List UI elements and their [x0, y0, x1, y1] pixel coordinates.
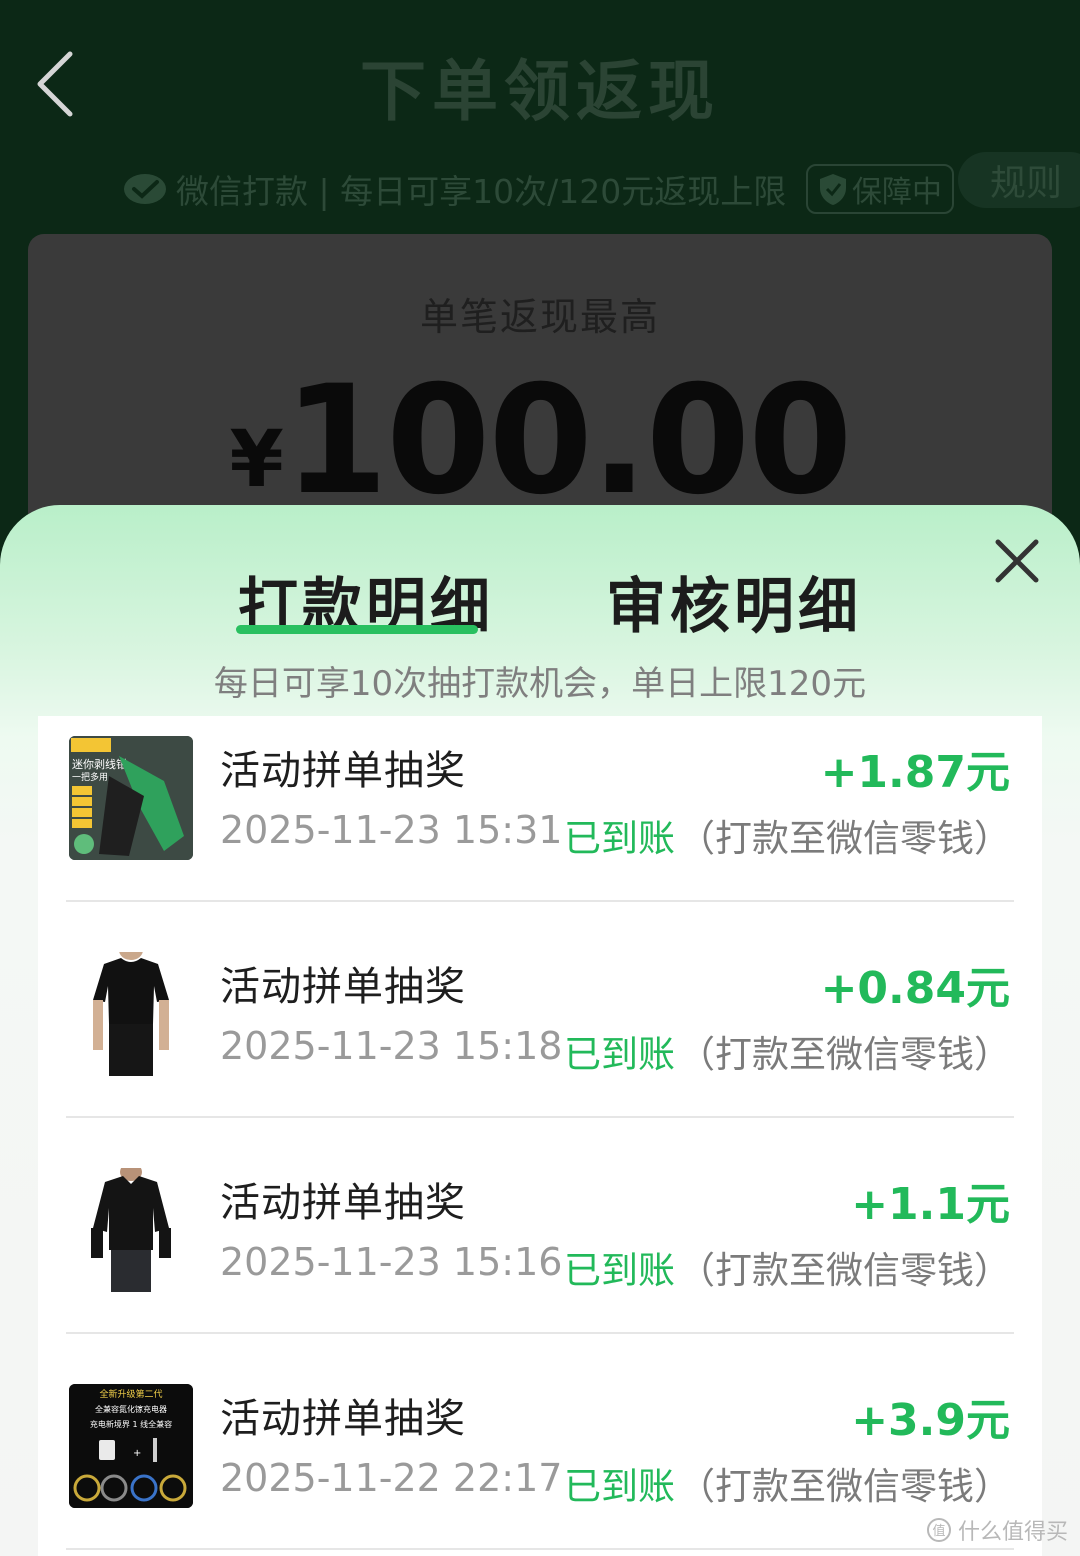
payout-list: 迷你剥线钳 一把多用 活动拼单抽奖 2025-11-23 15:31 +1.87…	[38, 716, 1042, 1556]
row-divider	[66, 1116, 1014, 1118]
item-status-note: （打款至微信零钱）	[678, 1465, 1011, 1508]
payout-info-line: 微信打款 | 每日可享10次/120元返现上限	[122, 164, 786, 214]
guarantee-badge[interactable]: 保障中	[806, 164, 954, 214]
item-time: 2025-11-23 15:18	[220, 1024, 563, 1068]
item-title: 活动拼单抽奖	[220, 964, 466, 1010]
item-status: 已到账	[564, 1249, 675, 1292]
item-status-note: （打款至微信零钱）	[678, 1249, 1011, 1292]
thumb-text-line: 一把多用	[72, 771, 108, 783]
svg-text:+: +	[133, 1448, 141, 1459]
black-tshirt-product-image	[69, 952, 193, 1076]
item-time: 2025-11-22 22:17	[220, 1456, 563, 1500]
active-tab-indicator	[236, 625, 478, 634]
wire-stripper-product-image: 迷你剥线钳 一把多用	[69, 736, 193, 860]
thumb-text-line: 全兼容氮化镓充电器	[95, 1404, 167, 1414]
row-divider	[66, 900, 1014, 902]
list-item[interactable]: 全新升级第二代 全兼容氮化镓充电器 充电新境界 1 线全兼容 + 活动拼单抽奖 …	[38, 1364, 1042, 1556]
shield-check-icon	[820, 174, 846, 205]
item-status-note: （打款至微信零钱）	[678, 817, 1011, 860]
tab-review-details[interactable]: 审核明细	[606, 558, 862, 645]
watermark-logo-icon: 值	[926, 1518, 951, 1542]
currency-symbol: ¥	[229, 415, 284, 505]
item-amount: +1.1元	[851, 1179, 1010, 1230]
item-title: 活动拼单抽奖	[220, 748, 466, 794]
item-title: 活动拼单抽奖	[220, 1396, 466, 1442]
max-cashback-label: 单笔返现最高	[419, 295, 660, 339]
item-amount: +0.84元	[820, 963, 1010, 1014]
page-title: 下单领返现	[360, 53, 720, 130]
list-item[interactable]: 活动拼单抽奖 2025-11-23 15:18 +0.84元 已到账 （打款至微…	[38, 932, 1042, 1148]
site-watermark: 值 什么值得买	[926, 1514, 1068, 1546]
payout-info-text: 微信打款 | 每日可享10次/120元返现上限	[176, 172, 787, 211]
item-status-note: （打款至微信零钱）	[678, 1033, 1011, 1076]
thumb-text-line: 充电新境界 1 线全兼容	[90, 1419, 172, 1429]
black-polo-product-image	[69, 1168, 193, 1292]
row-divider	[66, 1332, 1014, 1334]
item-status: 已到账	[564, 817, 675, 860]
item-amount: +1.87元	[820, 747, 1010, 798]
list-item[interactable]: 活动拼单抽奖 2025-11-23 15:16 +1.1元 已到账 （打款至微信…	[38, 1148, 1042, 1364]
close-icon[interactable]	[990, 534, 1044, 588]
item-time: 2025-11-23 15:16	[220, 1240, 563, 1284]
list-item[interactable]: 迷你剥线钳 一把多用 活动拼单抽奖 2025-11-23 15:31 +1.87…	[38, 716, 1042, 932]
row-divider	[66, 1548, 1014, 1550]
wechat-pay-icon	[124, 174, 166, 204]
charger-product-image: 全新升级第二代 全兼容氮化镓充电器 充电新境界 1 线全兼容 +	[69, 1384, 193, 1508]
watermark-text: 什么值得买	[957, 1520, 1068, 1545]
item-amount: +3.9元	[851, 1395, 1010, 1446]
item-title: 活动拼单抽奖	[220, 1180, 466, 1226]
item-status: 已到账	[564, 1465, 675, 1508]
thumb-text-line: 迷你剥线钳	[72, 757, 127, 771]
item-time: 2025-11-23 15:31	[220, 808, 563, 852]
svg-text:值: 值	[932, 1523, 945, 1539]
thumb-text-line: 全新升级第二代	[99, 1388, 162, 1400]
item-status: 已到账	[564, 1033, 675, 1076]
daily-limit-note: 每日可享10次抽打款机会，单日上限120元	[213, 664, 867, 704]
guarantee-label: 保障中	[852, 175, 942, 210]
amount-value: 100.00	[283, 354, 853, 528]
rules-button[interactable]: 规则	[958, 152, 1080, 208]
max-cashback-amount: ¥100.00	[28, 354, 1052, 528]
